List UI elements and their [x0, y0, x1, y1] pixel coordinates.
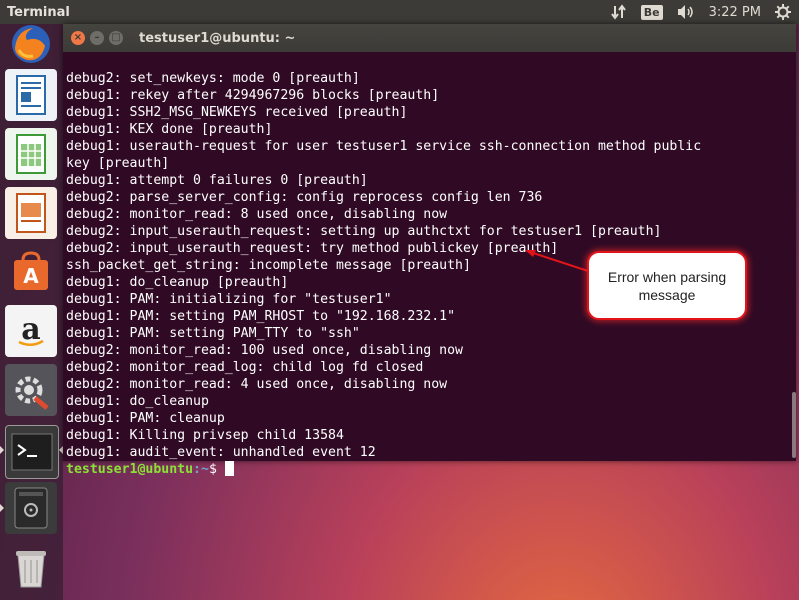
terminal-line: debug1: attempt 0 failures 0 [preauth] [66, 173, 368, 188]
amazon-icon[interactable]: a [5, 305, 57, 357]
prompt-path: :~ [193, 462, 209, 477]
volume-icon[interactable] [677, 4, 695, 20]
window-titlebar[interactable]: × – □ testuser1@ubuntu: ~ [63, 24, 796, 52]
terminal-line: debug1: SSH2_MSG_NEWKEYS received [preau… [66, 105, 408, 120]
terminal-scrollbar[interactable] [792, 392, 796, 458]
terminal-line: debug1: KEX done [preauth] [66, 122, 273, 137]
terminal-line: debug1: rekey after 4294967296 blocks [p… [66, 88, 440, 103]
terminal-line: debug2: set_newkeys: mode 0 [preauth] [66, 71, 360, 86]
maximize-window-button[interactable]: □ [109, 31, 123, 45]
terminal-line: debug2: monitor_read: 8 used once, disab… [66, 207, 448, 222]
terminal-line: debug1: PAM: cleanup [66, 411, 225, 426]
window-title: testuser1@ubuntu: ~ [139, 30, 296, 46]
ubuntu-software-icon[interactable]: A [5, 246, 57, 298]
terminal-icon[interactable] [5, 425, 59, 479]
libreoffice-calc-icon[interactable] [5, 128, 57, 180]
prompt-symbol: $ [208, 462, 217, 477]
clock[interactable]: 3:22 PM [709, 5, 761, 20]
terminal-line: debug1: do_cleanup [66, 394, 209, 409]
terminal-line: debug1: userauth-request for user testus… [66, 139, 702, 154]
launcher: A a [0, 24, 63, 600]
top-panel: Terminal Be 3:22 PM [0, 0, 799, 24]
network-icon[interactable] [610, 4, 627, 20]
firefox-icon[interactable] [5, 18, 57, 70]
terminal-line: key [preauth] [66, 156, 170, 171]
running-indicator-disk [0, 504, 4, 512]
terminal-window[interactable]: × – □ testuser1@ubuntu: ~ debug2: set_ne… [63, 24, 796, 477]
settings-gear-icon[interactable] [775, 4, 791, 20]
disk-icon[interactable] [5, 482, 57, 534]
terminal-line: debug2: monitor_read: 4 used once, disab… [66, 377, 448, 392]
terminal-line: debug2: monitor_read_log: child log fd c… [66, 360, 424, 375]
minimize-window-button[interactable]: – [90, 31, 104, 45]
close-window-button[interactable]: × [71, 31, 85, 45]
text-cursor [224, 461, 234, 476]
libreoffice-writer-icon[interactable] [5, 69, 57, 121]
terminal-line: debug2: parse_server_config: config repr… [66, 190, 543, 205]
keyboard-layout-indicator[interactable]: Be [640, 4, 663, 20]
terminal-line: debug2: monitor_read: 100 used once, dis… [66, 343, 463, 358]
svg-text:A: A [23, 264, 39, 288]
terminal-line: debug1: PAM: setting PAM_TTY to "ssh" [66, 326, 360, 341]
system-settings-icon[interactable] [5, 364, 57, 416]
trash-icon[interactable] [5, 541, 57, 593]
running-indicator [0, 446, 4, 454]
terminal-line: debug1: audit_event: unhandled event 12 [66, 445, 376, 460]
prompt-user-host: testuser1@ubuntu [66, 462, 194, 477]
error-callout: Error when parsing message [587, 251, 747, 320]
svg-text:a: a [21, 312, 40, 347]
libreoffice-impress-icon[interactable] [5, 187, 57, 239]
indicator-area: Be 3:22 PM [610, 4, 791, 20]
terminal-line: debug1: Killing privsep child 13584 [66, 428, 344, 443]
shell-prompt[interactable]: testuser1@ubuntu:~ $ [66, 461, 796, 478]
terminal-line: debug2: input_userauth_request: setting … [66, 224, 662, 239]
callout-text: Error when parsing message [607, 268, 727, 303]
